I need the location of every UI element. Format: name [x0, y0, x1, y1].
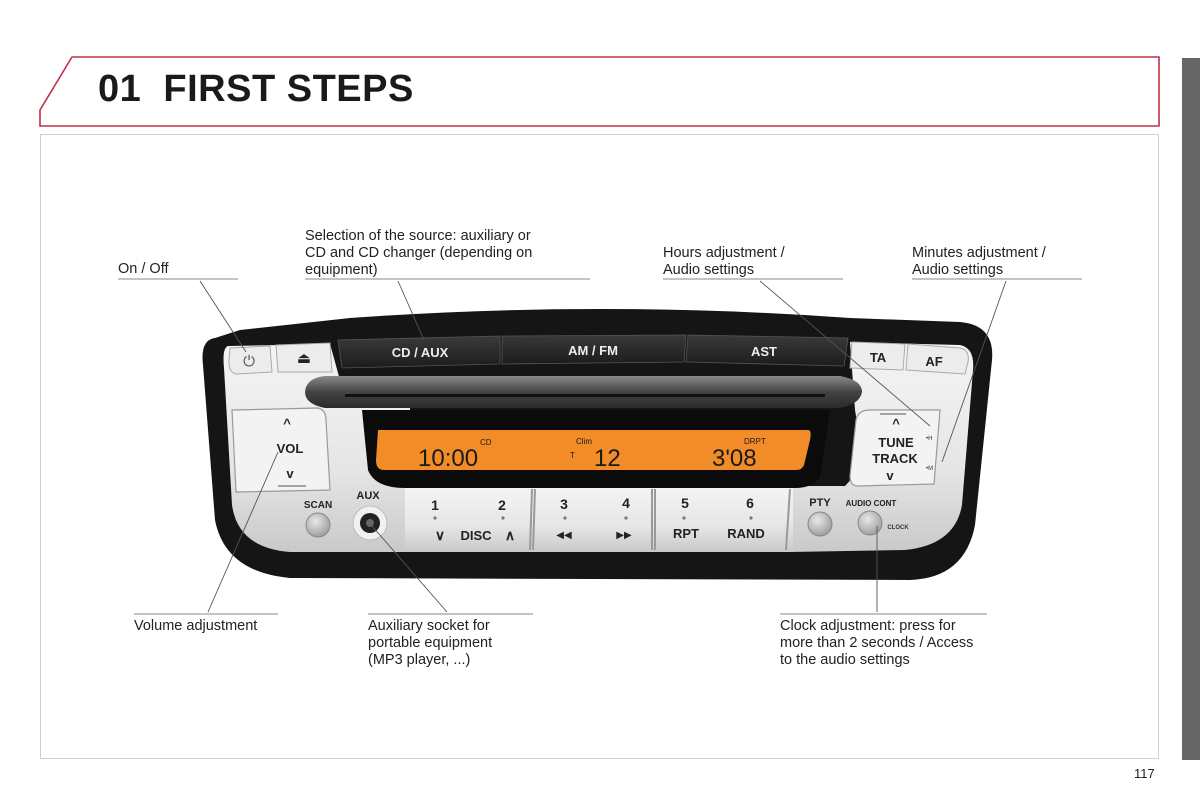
scan-label: SCAN	[304, 500, 332, 511]
eject-button[interactable]: ⏏	[275, 342, 333, 373]
preset-1-number: 1	[431, 497, 439, 513]
preset-6-number: 6	[746, 495, 754, 511]
tune-label: TUNE	[878, 435, 914, 450]
track-label: TRACK	[872, 451, 918, 466]
am-fm-button[interactable]: AM / FM	[501, 334, 687, 365]
aux-label: AUX	[356, 490, 380, 502]
hours-mark: •H	[926, 436, 932, 442]
fast-forward-icon: ▶▶	[616, 530, 632, 541]
pty-label: PTY	[809, 497, 831, 509]
lcd-display: 10:00 CD Clim T 12 DRPT 3'08	[376, 430, 811, 472]
audio-cont-label: AUDIO CONT	[846, 499, 897, 508]
preset-5-number: 5	[681, 495, 689, 511]
volume-rocker[interactable]: ^ VOL v	[231, 407, 331, 493]
am-fm-label: AM / FM	[568, 343, 618, 358]
ast-label: AST	[751, 344, 777, 359]
random-label: RAND	[727, 526, 765, 541]
minutes-mark: •M	[926, 466, 933, 472]
tune-track-rocker[interactable]: ^ TUNE TRACK v •H •M	[849, 409, 941, 487]
ta-button[interactable]: TA	[849, 341, 906, 371]
clock-label: CLOCK	[887, 525, 909, 531]
cd-slot	[305, 376, 862, 408]
volume-label: VOL	[277, 441, 304, 456]
preset-4-number: 4	[622, 495, 630, 511]
af-button[interactable]: AF	[905, 343, 969, 375]
scan-button[interactable]: SCAN	[304, 500, 332, 538]
lcd-temperature: 12	[594, 445, 621, 472]
preset-3-number: 3	[560, 496, 568, 512]
radio-illustration: ⏻ ⏏ CD / AUX AM / FM AST TA AF 10:00 CD …	[118, 278, 1082, 615]
ta-label: TA	[870, 350, 887, 365]
preset-2-number: 2	[498, 497, 506, 513]
tune-down-icon: v	[886, 468, 894, 483]
lcd-clim-indicator: Clim	[576, 437, 592, 446]
af-label: AF	[925, 354, 942, 369]
lcd-cd-indicator: CD	[480, 438, 492, 447]
tune-up-icon: ^	[892, 416, 900, 431]
lcd-t-indicator: T	[570, 451, 575, 460]
volume-up-icon: ^	[283, 416, 291, 431]
disc-down-icon: ∨	[435, 527, 445, 543]
cd-aux-button[interactable]: CD / AUX	[337, 335, 501, 369]
eject-icon: ⏏	[297, 350, 311, 367]
power-icon: ⏻	[243, 353, 255, 370]
power-button[interactable]: ⏻	[228, 345, 273, 375]
lcd-time: 10:00	[418, 445, 478, 472]
cd-aux-label: CD / AUX	[392, 345, 449, 360]
lcd-track-time: 3'08	[712, 445, 757, 472]
disc-label: DISC	[460, 528, 492, 543]
disc-up-icon: ∧	[505, 527, 515, 543]
volume-down-icon: v	[286, 466, 294, 481]
repeat-label: RPT	[673, 526, 699, 541]
ast-button[interactable]: AST	[685, 334, 849, 367]
pty-button[interactable]: PTY	[807, 497, 833, 537]
rewind-icon: ◀◀	[556, 530, 572, 541]
